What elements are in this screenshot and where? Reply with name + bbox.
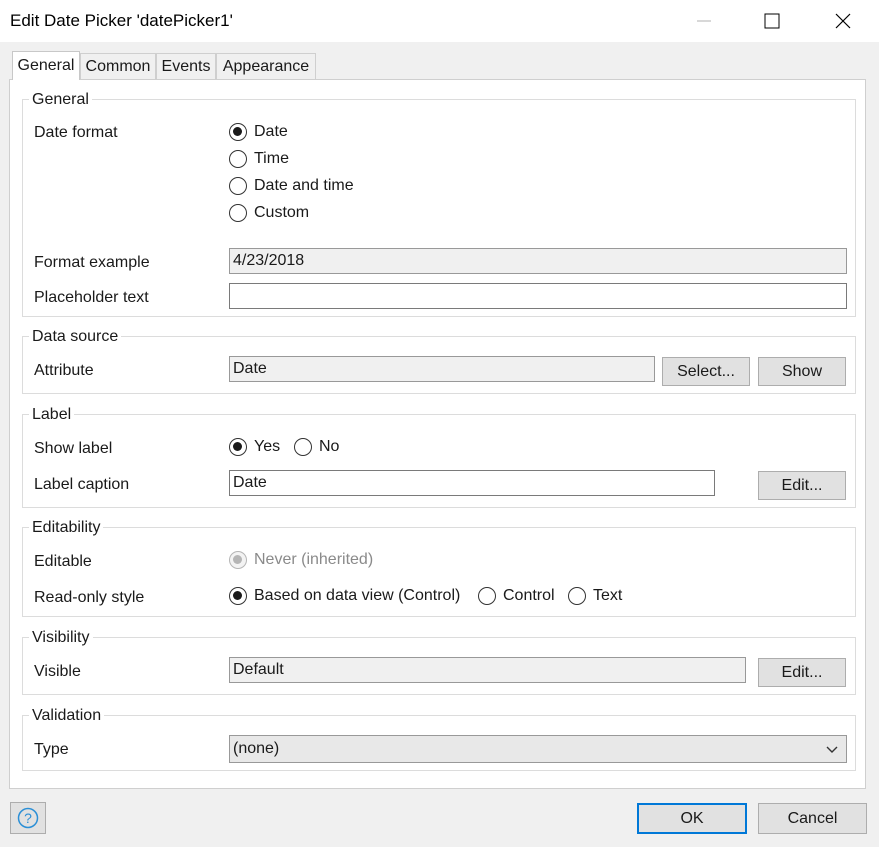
radio-button-checked <box>229 123 247 141</box>
radio-button-disabled <box>229 551 247 569</box>
date-format-label: Date format <box>34 124 118 141</box>
data-source-group-title: Data source <box>29 328 122 346</box>
date-format-option-time[interactable]: Time <box>229 149 289 169</box>
help-button[interactable]: ? <box>10 802 46 834</box>
read-only-option-text[interactable]: Text <box>568 586 622 606</box>
general-group-title: General <box>29 91 92 109</box>
tab-appearance[interactable]: Appearance <box>216 53 316 79</box>
label-caption-input[interactable]: Date <box>229 470 715 496</box>
radio-button <box>294 438 312 456</box>
read-only-option-based-on-data-view[interactable]: Based on data view (Control) <box>229 586 460 606</box>
editability-group-title: Editability <box>29 519 104 537</box>
tab-general[interactable]: General <box>12 51 80 80</box>
minimize-button[interactable] <box>671 0 737 42</box>
attribute-label: Attribute <box>34 362 94 379</box>
editable-option-never-inherited: Never (inherited) <box>229 550 373 570</box>
radio-button-checked <box>229 587 247 605</box>
radio-button <box>568 587 586 605</box>
svg-text:?: ? <box>24 810 32 826</box>
attribute-field: Date <box>229 356 655 382</box>
visible-field: Default <box>229 657 746 683</box>
label-caption-label: Label caption <box>34 476 130 493</box>
minimize-icon <box>697 20 711 22</box>
show-label-label: Show label <box>34 440 113 457</box>
tab-events[interactable]: Events <box>156 53 216 79</box>
maximize-icon <box>764 13 780 29</box>
date-format-option-date-and-time[interactable]: Date and time <box>229 176 354 196</box>
read-only-style-label: Read-only style <box>34 589 145 606</box>
edit-caption-button[interactable]: Edit... <box>758 471 846 500</box>
date-format-option-custom[interactable]: Custom <box>229 203 309 223</box>
ok-button[interactable]: OK <box>637 803 747 834</box>
maximize-button[interactable] <box>739 0 805 42</box>
show-label-option-yes[interactable]: Yes <box>229 437 280 457</box>
show-attribute-button[interactable]: Show <box>758 357 846 386</box>
radio-button-checked <box>229 438 247 456</box>
label-group-title: Label <box>29 406 75 424</box>
chevron-down-icon <box>826 746 838 753</box>
cancel-button[interactable]: Cancel <box>758 803 867 834</box>
tab-common[interactable]: Common <box>80 53 156 79</box>
format-example-field: 4/23/2018 <box>229 248 847 274</box>
validation-type-value: (none) <box>233 740 280 757</box>
visibility-group-title: Visibility <box>29 629 93 647</box>
editable-label: Editable <box>34 553 92 570</box>
radio-button <box>229 177 247 195</box>
validation-type-dropdown[interactable]: (none) <box>229 735 847 763</box>
help-icon: ? <box>17 807 39 829</box>
format-example-label: Format example <box>34 254 150 271</box>
radio-button <box>229 204 247 222</box>
placeholder-text-label: Placeholder text <box>34 289 149 306</box>
edit-visibility-button[interactable]: Edit... <box>758 658 846 687</box>
date-format-option-date[interactable]: Date <box>229 122 288 142</box>
placeholder-text-input[interactable] <box>229 283 847 309</box>
show-label-option-no[interactable]: No <box>294 437 339 457</box>
window-title: Edit Date Picker 'datePicker1' <box>10 11 233 30</box>
close-icon <box>835 13 851 29</box>
radio-button <box>478 587 496 605</box>
radio-button <box>229 150 247 168</box>
validation-group-title: Validation <box>29 707 105 725</box>
read-only-option-control[interactable]: Control <box>478 586 555 606</box>
close-button[interactable] <box>810 0 876 42</box>
type-label: Type <box>34 741 69 758</box>
visible-label: Visible <box>34 663 81 680</box>
select-attribute-button[interactable]: Select... <box>662 357 750 386</box>
